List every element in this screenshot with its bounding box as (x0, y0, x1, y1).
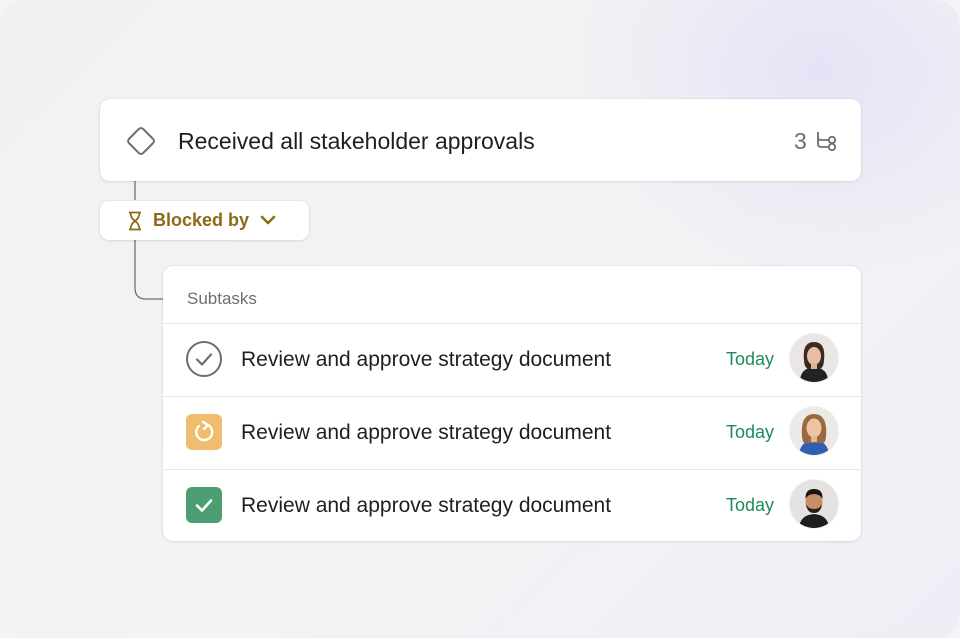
milestone-title: Received all stakeholder approvals (178, 128, 535, 154)
due-date[interactable]: Today (726, 421, 774, 443)
in-progress-icon[interactable] (186, 414, 222, 450)
blocked-by-label[interactable]: Blocked by (153, 210, 249, 231)
check-circle-icon[interactable] (186, 341, 222, 377)
chevron-down-icon[interactable] (260, 214, 276, 226)
checkbox-checked-icon[interactable] (186, 487, 222, 523)
subtask-name[interactable]: Review and approve strategy document (241, 420, 611, 445)
diamond-icon[interactable] (123, 123, 159, 159)
subtask-row[interactable]: Review and approve strategy document Tod… (163, 323, 861, 395)
due-date[interactable]: Today (726, 348, 774, 370)
subtasks-icon[interactable] (815, 130, 839, 152)
avatar[interactable] (790, 407, 838, 455)
avatar[interactable] (790, 480, 838, 528)
subtask-name[interactable]: Review and approve strategy document (241, 493, 611, 518)
avatar[interactable] (790, 334, 838, 382)
subtask-name[interactable]: Review and approve strategy document (241, 347, 611, 372)
hourglass-icon (129, 211, 141, 231)
due-date[interactable]: Today (726, 494, 774, 516)
subtask-count[interactable]: 3 (794, 127, 807, 155)
subtask-row[interactable]: Review and approve strategy document Tod… (163, 469, 861, 541)
subtasks-header: Subtasks (187, 289, 257, 308)
subtask-row[interactable]: Review and approve strategy document Tod… (163, 396, 861, 468)
